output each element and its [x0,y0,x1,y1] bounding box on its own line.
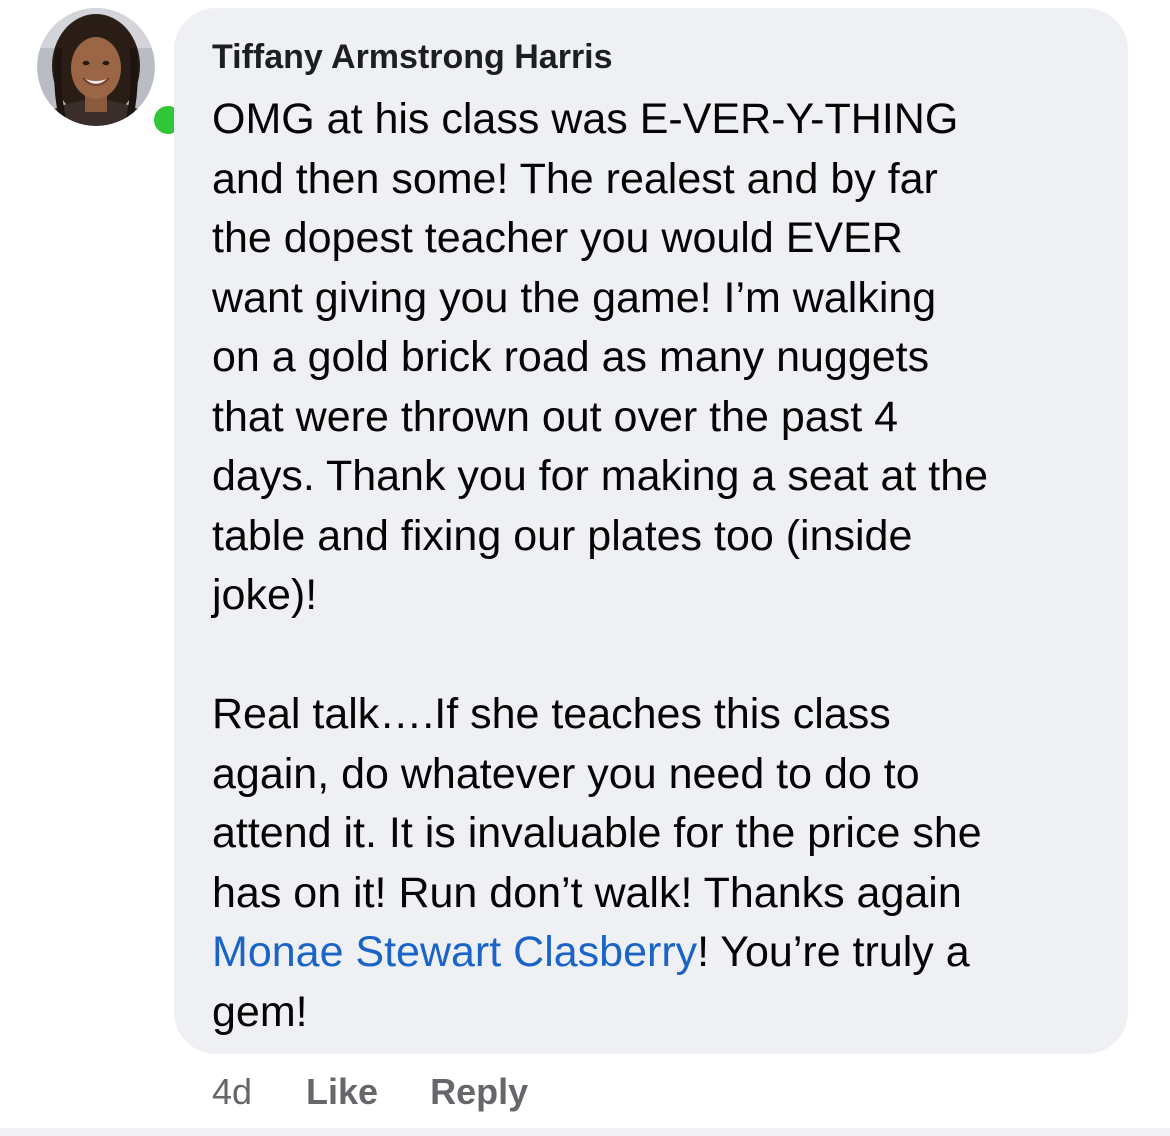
profile-photo-icon [37,8,155,126]
reply-button[interactable]: Reply [430,1071,528,1113]
comment-text-paragraph-1: OMG at his class was E-VER-Y-THING and t… [212,95,989,619]
comment: Tiffany Armstrong Harris OMG at his clas… [0,0,1170,1136]
comment-text-lead: Real talk….If she teaches this class aga… [212,690,982,917]
comment-author[interactable]: Tiffany Armstrong Harris [212,37,1098,77]
like-button[interactable]: Like [306,1071,378,1113]
avatar[interactable] [37,8,187,139]
comment-actions: 4d Like Reply [212,1070,580,1114]
mention-link[interactable]: Monae Stewart Clasberry [212,928,697,976]
comment-bubble: Tiffany Armstrong Harris OMG at his clas… [174,8,1128,1054]
comment-text-paragraph-2: Real talk….If she teaches this class aga… [212,685,1098,1042]
divider [0,1128,1170,1136]
comment-timestamp[interactable]: 4d [212,1071,252,1113]
